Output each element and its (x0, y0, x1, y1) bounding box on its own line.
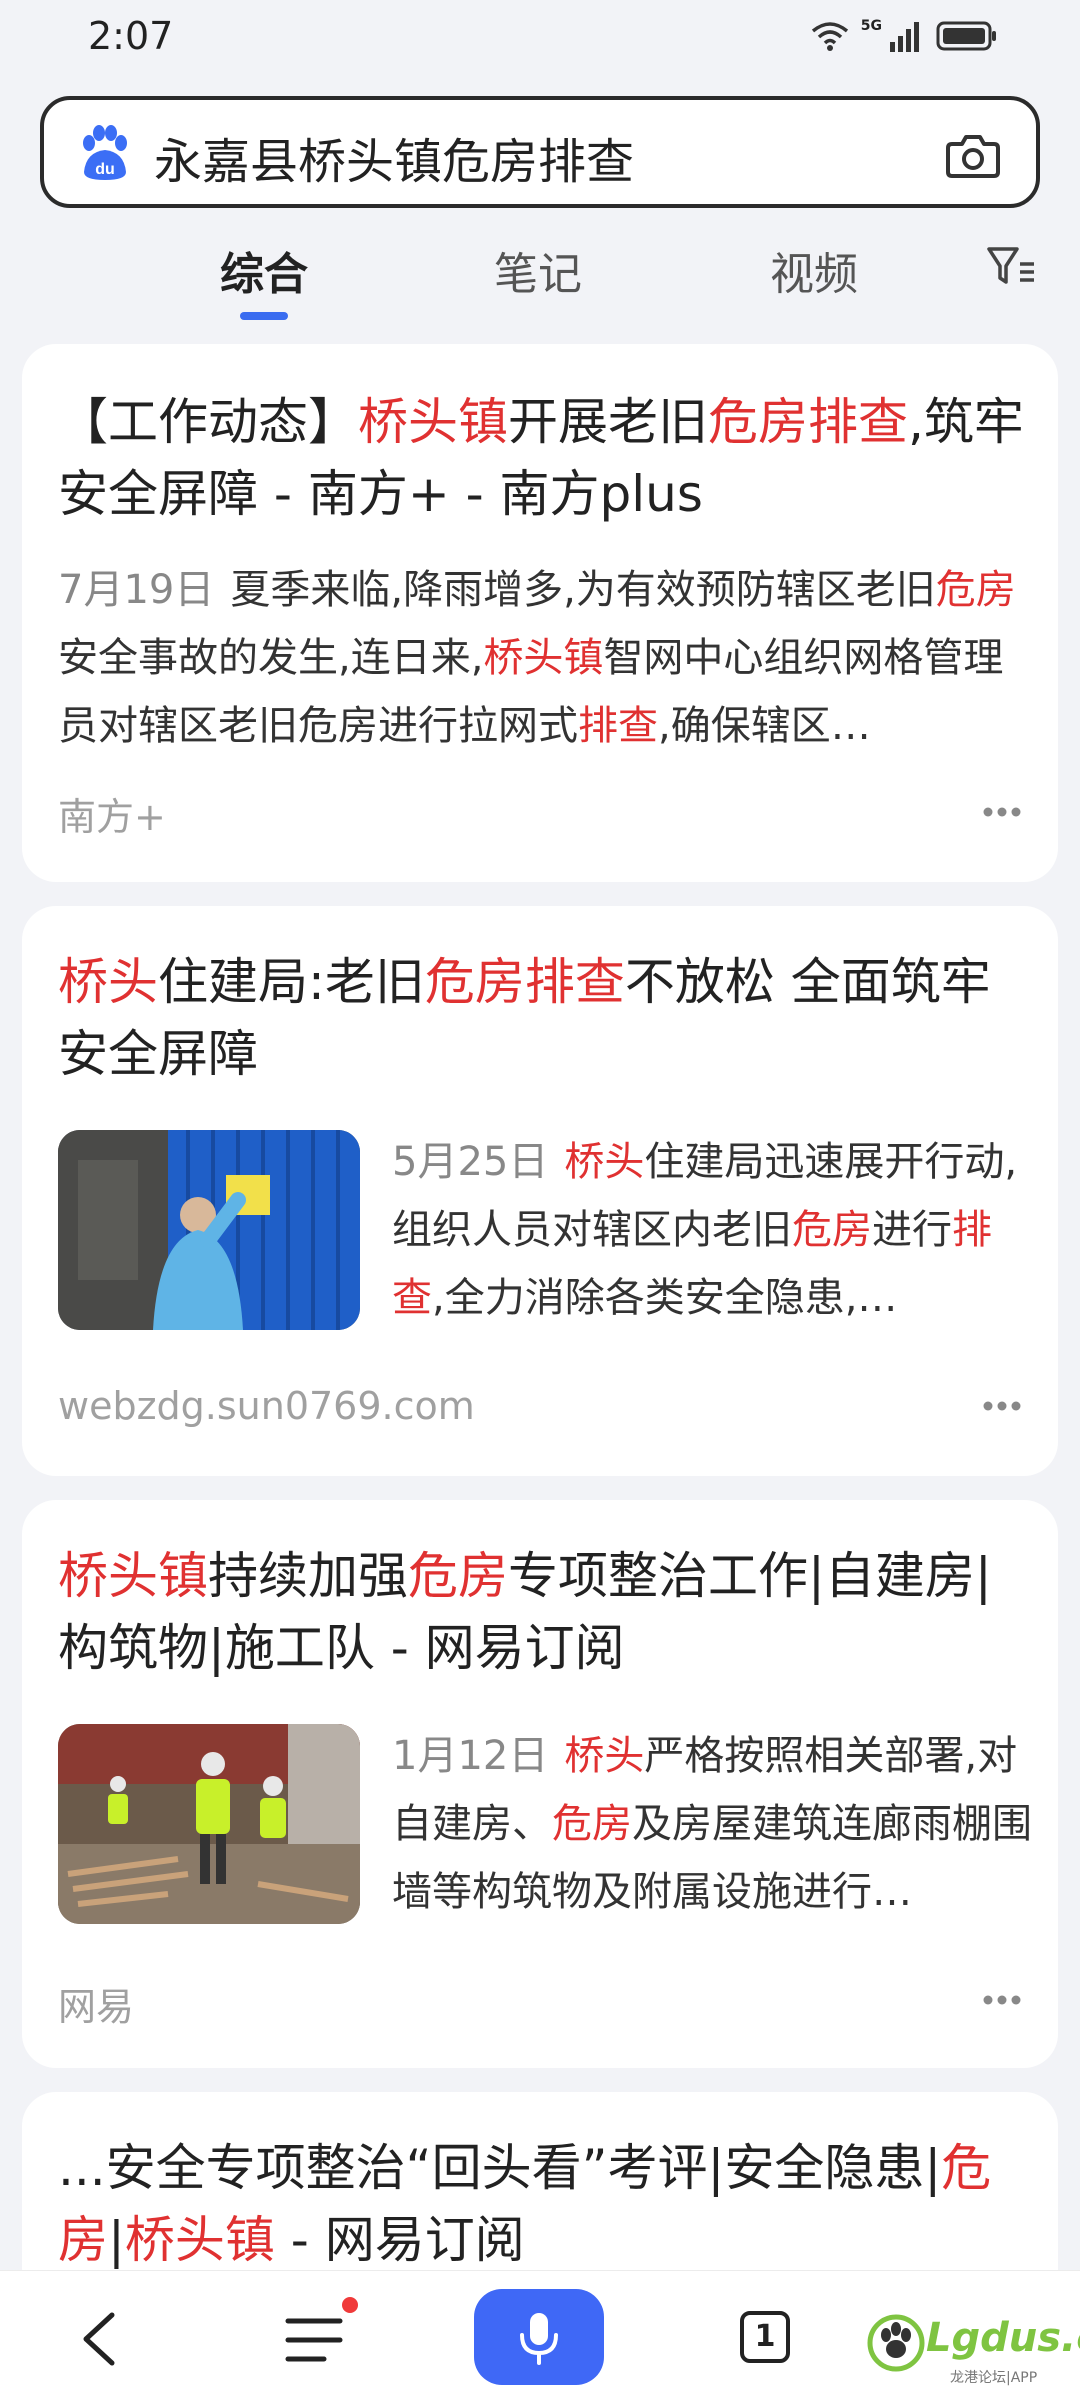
network-label: 5G (860, 18, 882, 34)
menu-icon[interactable] (284, 2313, 344, 2367)
result-date: 5月25日 (392, 1139, 549, 1185)
more-options-icon[interactable] (982, 806, 1022, 818)
wifi-icon (811, 22, 848, 51)
camera-icon[interactable] (944, 126, 1002, 184)
tab-notes[interactable]: 笔记 (494, 238, 582, 302)
result-snippet: 1月12日 桥头严格按照相关部署,对自建房、危房及房屋建筑连廊雨棚围墙等构筑物及附… (392, 1733, 1032, 1915)
tab-all[interactable]: 综合 (220, 238, 308, 302)
watermark-text: Lgdus.cn (926, 2315, 1080, 2361)
result-tabs: 综合 笔记 视频 (0, 228, 1080, 324)
result-date: 7月19日 (58, 567, 215, 613)
tab-videos[interactable]: 视频 (770, 238, 858, 302)
result-title[interactable]: ...安全专项整治“回头看”考评|安全隐患|危房|桥头镇 - 网易订阅 (58, 2132, 1026, 2276)
site-watermark: Lgdus.cn 龙港论坛|APP (866, 2301, 1080, 2391)
tab-switcher-button[interactable]: 1 (740, 2311, 790, 2363)
result-thumbnail[interactable] (58, 1130, 360, 1330)
watermark-subtext: 龙港论坛|APP (950, 2370, 1038, 2386)
voice-search-button[interactable] (474, 2289, 604, 2385)
status-time: 2:07 (88, 14, 174, 58)
svg-text:du: du (95, 161, 115, 178)
paw-logo-icon (867, 2314, 925, 2372)
search-bar[interactable]: du 永嘉县桥头镇危房排查 (40, 96, 1040, 208)
status-bar: 2:07 5G (0, 0, 1080, 80)
more-options-icon[interactable] (982, 1994, 1022, 2006)
result-card[interactable]: 【工作动态】桥头镇开展老旧危房排查,筑牢安全屏障 - 南方+ - 南方plus … (22, 344, 1058, 882)
filter-icon[interactable] (986, 244, 1036, 290)
result-thumbnail[interactable] (58, 1724, 360, 1924)
back-arrow-icon[interactable] (72, 2309, 128, 2369)
search-input[interactable]: 永嘉县桥头镇危房排查 (154, 122, 634, 192)
result-card[interactable]: 桥头住建局:老旧危房排查不放松 全面筑牢安全屏障 5月25日 桥头住建局迅速展开行… (22, 906, 1058, 1476)
result-source: 南方+ (58, 795, 166, 839)
active-tab-indicator (240, 312, 288, 320)
signal-icon (890, 22, 919, 52)
result-source: 网易 (58, 1985, 135, 2029)
result-card[interactable]: 桥头镇持续加强危房专项整治工作|自建房|构筑物|施工队 - 网易订阅 1月12日… (22, 1500, 1058, 2068)
result-date: 1月12日 (392, 1733, 549, 1779)
notification-dot (342, 2297, 358, 2313)
bottom-nav-bar: 1 Lgdus.cn 龙港论坛|APP (0, 2270, 1080, 2400)
result-snippet: 5月25日 桥头住建局迅速展开行动,组织人员对辖区内老旧危房进行排查,全力消除各类… (392, 1139, 1018, 1321)
battery-icon (936, 21, 996, 51)
result-title[interactable]: 桥头住建局:老旧危房排查不放松 全面筑牢安全屏障 (58, 946, 1026, 1090)
microphone-icon (520, 2313, 558, 2365)
result-source: webzdg.sun0769.com (58, 1384, 475, 1428)
result-snippet: 7月19日 夏季来临,降雨增多,为有效预防辖区老旧危房安全事故的发生,连日来,桥头… (58, 567, 1016, 749)
result-title[interactable]: 【工作动态】桥头镇开展老旧危房排查,筑牢安全屏障 - 南方+ - 南方plus (58, 386, 1026, 530)
result-title[interactable]: 桥头镇持续加强危房专项整治工作|自建房|构筑物|施工队 - 网易订阅 (58, 1540, 1026, 1684)
more-options-icon[interactable] (982, 1400, 1022, 1412)
baidu-paw-icon: du (83, 125, 127, 180)
